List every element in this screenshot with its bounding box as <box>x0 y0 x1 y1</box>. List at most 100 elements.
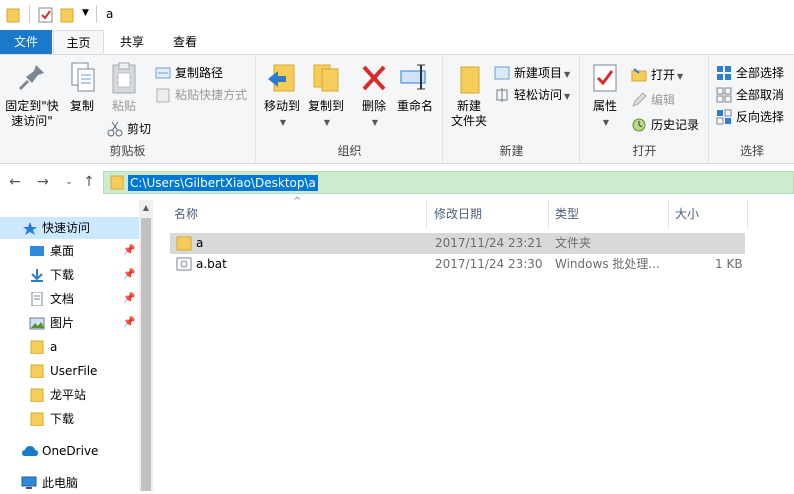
column-header-type[interactable]: 类型 <box>555 200 579 228</box>
pin-quick-access-button[interactable]: 固定到"快 速访问" <box>4 61 60 129</box>
nav-item-downloads[interactable]: 下载 📌 <box>0 264 140 286</box>
copy-path-icon <box>155 67 171 79</box>
tab-home[interactable]: 主页 <box>53 30 104 55</box>
nav-item-label: 下载 <box>50 412 75 426</box>
open-folder-icon <box>631 68 647 82</box>
easy-access-button[interactable]: 轻松访问 ▼ <box>494 85 570 105</box>
properties-icon[interactable] <box>38 7 54 23</box>
invert-selection-icon <box>716 109 732 125</box>
copy-to-button[interactable]: 复制到 ▼ <box>305 61 347 130</box>
invert-selection-button[interactable]: 反向选择 <box>716 107 784 127</box>
select-all-button[interactable]: 全部选择 <box>716 63 784 83</box>
nav-onedrive-label: OneDrive <box>42 444 99 458</box>
chevron-down-icon: ▼ <box>371 118 379 127</box>
nav-item-longpingzhan[interactable]: 龙平站 <box>0 384 140 406</box>
select-none-icon <box>716 87 732 103</box>
customize-toolbar-icon[interactable]: ▼ <box>82 8 89 18</box>
open-group: 属性 ▼ 打开 ▼ 编辑 历史记录 打开 <box>581 55 709 163</box>
up-arrow-icon[interactable]: ↑ <box>80 172 98 192</box>
forward-arrow-icon[interactable]: → <box>34 172 52 192</box>
select-none-button[interactable]: 全部取消 <box>716 85 784 105</box>
file-row[interactable]: a 2017/11/24 23:21 文件夹 <box>170 233 745 254</box>
nav-item-documents[interactable]: 文档 📌 <box>0 288 140 310</box>
column-separator[interactable] <box>548 200 549 228</box>
history-button[interactable]: 历史记录 <box>631 115 699 135</box>
address-bar[interactable]: C:\Users\GilbertXiao\Desktop\a <box>103 171 794 194</box>
open-group-label: 打开 <box>632 144 657 158</box>
edit-button[interactable]: 编辑 <box>631 90 675 110</box>
new-item-button[interactable]: 新建项目 ▼ <box>494 63 570 83</box>
navigation-bar: ← → ⌄ ↑ C:\Users\GilbertXiao\Desktop\a <box>0 168 794 196</box>
pin-icon: 📌 <box>123 245 136 256</box>
rename-button[interactable]: 重命名 <box>395 61 435 114</box>
copy-path-button[interactable]: 复制路径 <box>155 63 223 83</box>
column-separator[interactable] <box>747 200 748 228</box>
open-label: 打开 <box>651 68 676 82</box>
scroll-up-arrow-icon[interactable]: ▲ <box>139 200 153 216</box>
scrollbar-thumb[interactable] <box>141 218 151 491</box>
column-separator[interactable] <box>668 200 669 228</box>
pin-icon <box>16 61 48 95</box>
open-button[interactable]: 打开 ▼ <box>631 65 683 85</box>
nav-item-label: a <box>50 340 58 354</box>
chevron-down-icon: ▼ <box>323 118 331 127</box>
history-icon <box>632 118 646 132</box>
address-path[interactable]: C:\Users\GilbertXiao\Desktop\a <box>128 175 318 191</box>
file-type: 文件夹 <box>555 236 592 250</box>
edit-pencil-icon <box>632 92 647 107</box>
pin-quick-access-label: 固定到"快 速访问" <box>5 99 59 128</box>
navigation-pane-scrollbar[interactable]: ▲ <box>139 200 153 491</box>
paste-shortcut-button[interactable]: 粘贴快捷方式 <box>155 85 247 105</box>
folder-icon <box>30 412 44 426</box>
nav-onedrive[interactable]: OneDrive <box>0 440 140 462</box>
nav-quick-access[interactable]: 快速访问 <box>0 217 140 239</box>
file-row[interactable]: a.bat 2017/11/24 23:30 Windows 批处理... 1 … <box>170 254 745 275</box>
scissors-icon <box>107 121 123 137</box>
nav-item-label: 龙平站 <box>50 388 87 402</box>
column-separator[interactable] <box>426 200 427 228</box>
column-header-size[interactable]: 大小 <box>675 200 699 228</box>
ribbon: 固定到"快 速访问" 复制 粘贴 复制路径 粘贴快捷方式 剪切 剪贴板 移动到 … <box>0 54 794 164</box>
new-folder-button[interactable]: 新建 文件夹 <box>448 61 490 129</box>
nav-item-folder-a[interactable]: a <box>0 336 140 358</box>
history-label: 历史记录 <box>651 118 700 132</box>
window-title: a <box>106 7 114 21</box>
document-icon <box>31 292 43 306</box>
clipboard-group: 固定到"快 速访问" 复制 粘贴 复制路径 粘贴快捷方式 剪切 剪贴板 <box>0 55 256 163</box>
copy-to-label: 复制到 <box>307 99 344 113</box>
move-to-button[interactable]: 移动到 ▼ <box>261 61 303 130</box>
recent-locations-chevron-icon[interactable]: ⌄ <box>60 172 78 192</box>
computer-icon <box>21 476 37 489</box>
nav-item-userfile[interactable]: UserFile <box>0 360 140 382</box>
paste-button[interactable]: 粘贴 <box>104 61 144 114</box>
rename-icon <box>399 61 431 95</box>
back-arrow-icon[interactable]: ← <box>6 172 24 192</box>
new-item-icon <box>494 66 510 80</box>
new-folder-label: 新建 文件夹 <box>450 99 487 128</box>
copy-button[interactable]: 复制 <box>62 61 102 114</box>
nav-item-desktop[interactable]: 桌面 📌 <box>0 240 140 262</box>
edit-label: 编辑 <box>651 93 676 107</box>
copy-to-icon <box>310 61 342 95</box>
delete-label: 删除 <box>361 99 386 113</box>
copy-label: 复制 <box>69 99 94 113</box>
tab-share[interactable]: 共享 <box>108 30 156 54</box>
nav-item-pictures[interactable]: 图片 📌 <box>0 312 140 334</box>
folder-icon[interactable] <box>6 7 20 23</box>
pin-icon: 📌 <box>123 269 136 280</box>
divider <box>29 5 30 23</box>
paste-shortcut-icon <box>156 88 170 103</box>
delete-button[interactable]: 删除 ▼ <box>357 61 391 130</box>
paste-shortcut-label: 粘贴快捷方式 <box>175 88 248 102</box>
tab-file[interactable]: 文件 <box>0 30 52 54</box>
cut-button[interactable]: 剪切 <box>107 119 151 139</box>
nav-item-downloads-folder[interactable]: 下载 <box>0 408 140 430</box>
column-header-modified[interactable]: 修改日期 <box>434 200 482 228</box>
new-folder-icon[interactable] <box>60 7 74 23</box>
column-header-name[interactable]: 名称 <box>174 200 198 228</box>
file-size: 1 KB <box>715 257 743 271</box>
properties-button[interactable]: 属性 ▼ <box>587 61 623 130</box>
properties-label: 属性 <box>592 99 617 113</box>
tab-view[interactable]: 查看 <box>160 30 210 54</box>
desktop-icon <box>30 246 44 256</box>
